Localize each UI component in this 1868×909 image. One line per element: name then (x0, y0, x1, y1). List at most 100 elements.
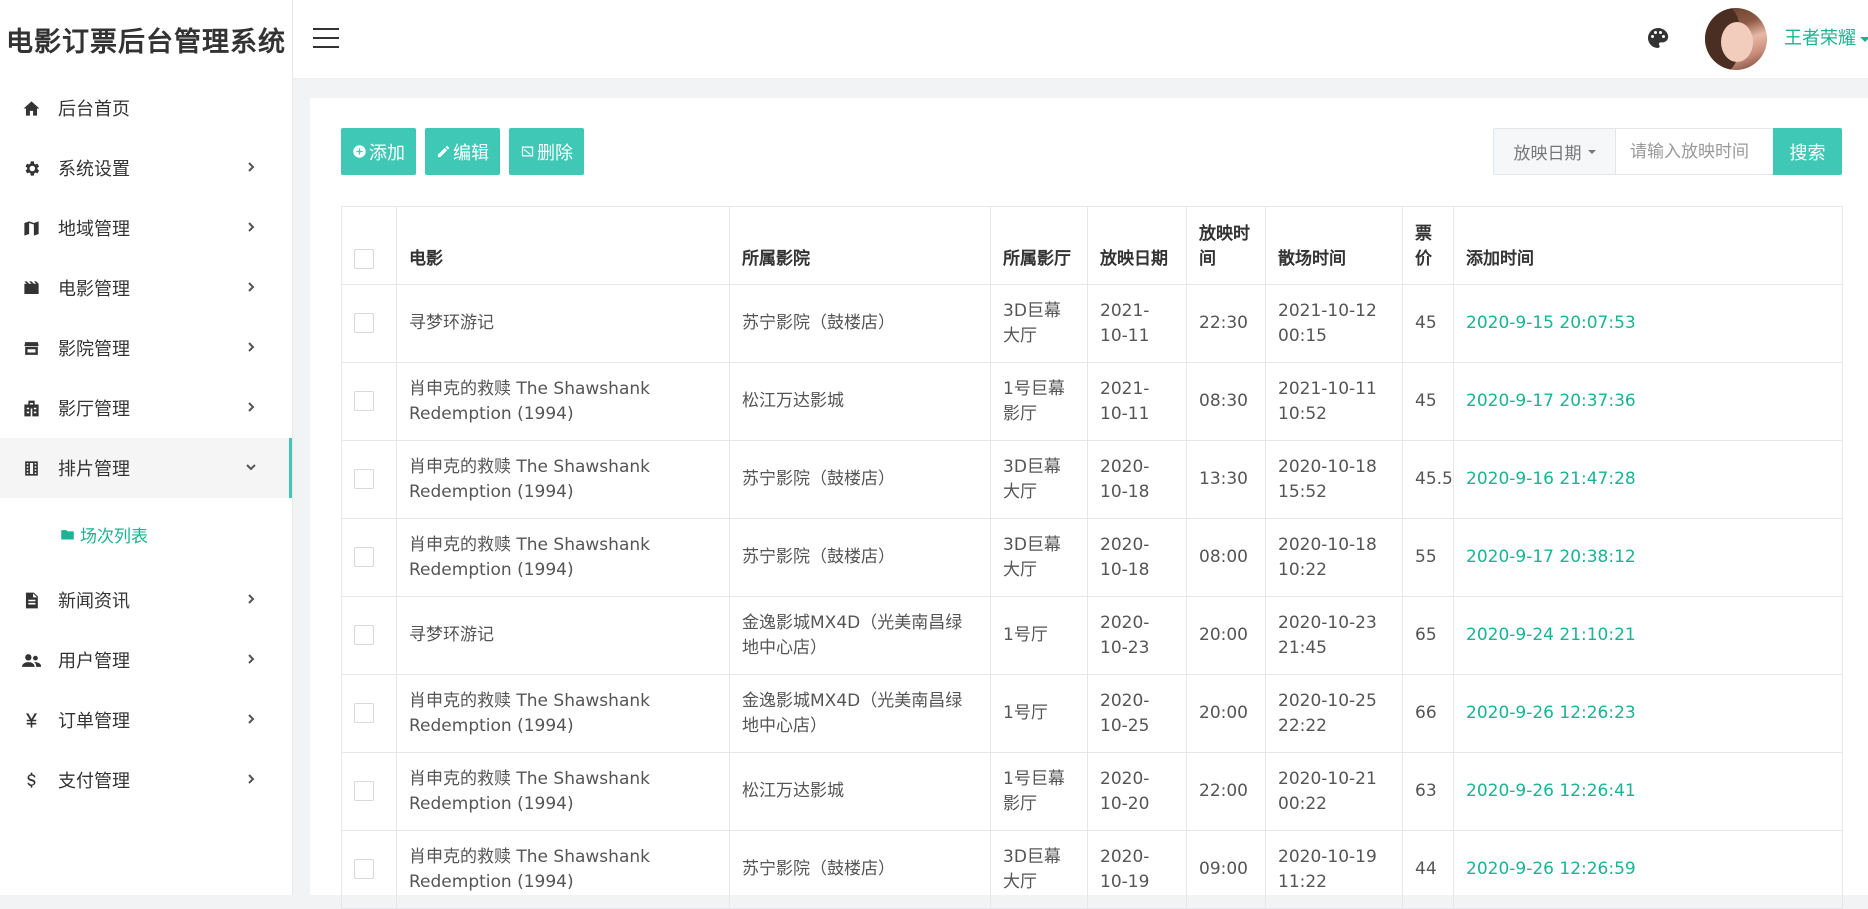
table-row[interactable]: 肖申克的救赎 The Shawshank Redemption (1994) 松江… (341, 362, 1843, 441)
end-time-cell: 2021-10-12 00:15 (1265, 284, 1403, 363)
add-button[interactable]: 添加 (341, 128, 416, 175)
sidebar-item-settings[interactable]: 系统设置 (0, 138, 292, 198)
price-cell: 65 (1402, 596, 1454, 675)
end-time-cell: 2020-10-18 15:52 (1265, 440, 1403, 519)
table-row[interactable]: 肖申克的救赎 The Shawshank Redemption (1994) 金逸… (341, 674, 1843, 753)
table-row[interactable]: 寻梦环游记 苏宁影院（鼓楼店） 3D巨幕大厅 2021-10-11 22:30 2021-… (341, 284, 1843, 363)
price-cell: 45.5 (1402, 440, 1454, 519)
table-row[interactable]: 肖申克的救赎 The Shawshank Redemption (1994) 苏宁… (341, 440, 1843, 519)
row-select-cell (341, 518, 397, 597)
cinema-cell: 金逸影城MX4D（光美南昌绿地中心店） (729, 596, 991, 675)
user-menu[interactable]: 王者荣耀 (1784, 24, 1868, 50)
end-time-cell: 2020-10-23 21:45 (1265, 596, 1403, 675)
row-checkbox[interactable] (354, 313, 374, 333)
sidebar-item-schedule[interactable]: 排片管理 (0, 438, 292, 498)
show-time-cell: 08:30 (1186, 362, 1266, 441)
sidebar-item-users[interactable]: 用户管理 (0, 630, 292, 690)
column-header[interactable]: 添加时间 (1453, 206, 1843, 285)
row-checkbox[interactable] (354, 703, 374, 723)
delete-button[interactable]: 删除 (509, 128, 584, 175)
added-time-cell: 2020-9-16 21:47:28 (1453, 440, 1843, 519)
gear-icon (20, 157, 42, 179)
movie-cell: 肖申克的救赎 The Shawshank Redemption (1994) (396, 830, 730, 909)
chevron-right-icon (244, 340, 258, 354)
column-header[interactable]: 所属影厅 (990, 206, 1088, 285)
cinema-cell: 金逸影城MX4D（光美南昌绿地中心店） (729, 674, 991, 753)
sidebar-item-label: 系统设置 (58, 159, 130, 180)
hall-cell: 1号厅 (990, 674, 1088, 753)
delete-button-label: 删除 (537, 142, 573, 164)
plus-circle-icon (353, 145, 366, 158)
price-cell: 66 (1402, 674, 1454, 753)
price-cell: 44 (1402, 830, 1454, 909)
column-header[interactable]: 电影 (396, 206, 730, 285)
show-date-cell: 2020-10-20 (1087, 752, 1187, 831)
sidebar-item-label: 排片管理 (58, 459, 130, 480)
show-time-cell: 22:00 (1186, 752, 1266, 831)
app-title: 电影订票后台管理系统 (6, 26, 286, 58)
show-time-cell: 08:00 (1186, 518, 1266, 597)
end-time-cell: 2020-10-19 11:22 (1265, 830, 1403, 909)
chevron-right-icon (244, 772, 258, 786)
row-select-cell (341, 674, 397, 753)
column-header[interactable]: 散场时间 (1265, 206, 1403, 285)
schedule-table: 电影 所属影院 所属影厅 放映日期 放映时间 散场时间 票价 添加时间 寻梦环游… (341, 206, 1843, 909)
cinema-cell: 松江万达影城 (729, 362, 991, 441)
movie-cell: 寻梦环游记 (396, 284, 730, 363)
added-time-cell: 2020-9-15 20:07:53 (1453, 284, 1843, 363)
edit-button-label: 编辑 (453, 142, 489, 164)
hall-cell: 1号厅 (990, 596, 1088, 675)
row-checkbox[interactable] (354, 391, 374, 411)
search-button[interactable]: 搜索 (1773, 128, 1842, 175)
home-icon (20, 97, 42, 119)
sidebar-item-label: 后台首页 (58, 99, 130, 120)
sidebar-item-home[interactable]: 后台首页 (0, 78, 292, 138)
select-all-checkbox[interactable] (354, 249, 374, 269)
sidebar-item-cinemas[interactable]: 影院管理 (0, 318, 292, 378)
content-panel: 添加 编辑 删除 放映日期 搜索 电影 所属影院 所属影厅 放映日期 放映时间 … (310, 98, 1868, 909)
show-date-cell: 2020-10-18 (1087, 440, 1187, 519)
sidebar-subitem-session-list[interactable]: 场次列表 (0, 498, 292, 570)
sidebar: 电影订票后台管理系统 后台首页 系统设置 地域管理 电影管理 影院管理 影厅管理… (0, 0, 293, 895)
row-checkbox[interactable] (354, 547, 374, 567)
store-icon (20, 337, 42, 359)
chevron-down-icon (244, 460, 258, 474)
table-row[interactable]: 肖申克的救赎 The Shawshank Redemption (1994) 松江… (341, 752, 1843, 831)
hall-cell: 3D巨幕大厅 (990, 284, 1088, 363)
column-header[interactable]: 放映日期 (1087, 206, 1187, 285)
table-row[interactable]: 肖申克的救赎 The Shawshank Redemption (1994) 苏宁… (341, 518, 1843, 597)
cinema-cell: 松江万达影城 (729, 752, 991, 831)
column-header[interactable]: 所属影院 (729, 206, 991, 285)
table-row[interactable]: 肖申克的救赎 The Shawshank Redemption (1994) 苏宁… (341, 830, 1843, 909)
menu-toggle-icon[interactable] (313, 28, 339, 50)
chevron-right-icon (244, 160, 258, 174)
row-checkbox[interactable] (354, 469, 374, 489)
sidebar-item-movies[interactable]: 电影管理 (0, 258, 292, 318)
palette-icon[interactable] (1646, 26, 1670, 50)
row-checkbox[interactable] (354, 781, 374, 801)
edit-button[interactable]: 编辑 (425, 128, 500, 175)
sidebar-item-label: 电影管理 (58, 279, 130, 300)
user-name: 王者荣耀 (1784, 28, 1856, 49)
end-time-cell: 2020-10-18 10:22 (1265, 518, 1403, 597)
sidebar-item-news[interactable]: 新闻资讯 (0, 570, 292, 630)
search-input[interactable] (1616, 129, 1773, 174)
sidebar-item-orders[interactable]: 订单管理 (0, 690, 292, 750)
search-field-select[interactable]: 放映日期 (1494, 129, 1616, 174)
column-header[interactable]: 票价 (1402, 206, 1454, 285)
caret-down-icon (1587, 149, 1596, 154)
hall-cell: 1号巨幕影厅 (990, 752, 1088, 831)
row-checkbox[interactable] (354, 859, 374, 879)
sidebar-item-halls[interactable]: 影厅管理 (0, 378, 292, 438)
sidebar-item-payments[interactable]: 支付管理 (0, 750, 292, 810)
search-bar: 放映日期 搜索 (1493, 128, 1842, 175)
column-header[interactable]: 放映时间 (1186, 206, 1266, 285)
add-button-label: 添加 (369, 142, 405, 164)
table-row[interactable]: 寻梦环游记 金逸影城MX4D（光美南昌绿地中心店） 1号厅 2020-10-23 20:… (341, 596, 1843, 675)
sidebar-item-region[interactable]: 地域管理 (0, 198, 292, 258)
show-time-cell: 20:00 (1186, 596, 1266, 675)
avatar[interactable] (1705, 8, 1767, 70)
sidebar-item-label: 新闻资讯 (58, 591, 130, 612)
price-cell: 45 (1402, 362, 1454, 441)
row-checkbox[interactable] (354, 625, 374, 645)
